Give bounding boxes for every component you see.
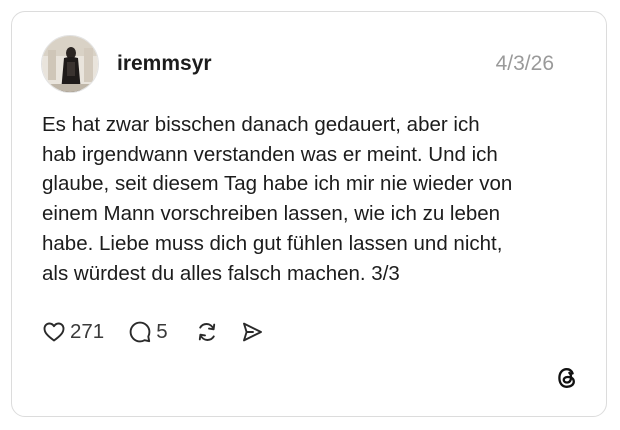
post-date: 4/3/26 xyxy=(495,52,554,75)
repost-icon xyxy=(198,323,215,341)
like-button[interactable]: 271 xyxy=(42,320,104,344)
comment-icon xyxy=(129,321,151,343)
post-body: Es hat zwar bisschen danach gedauert, ab… xyxy=(42,110,582,288)
post-text-line: Es hat zwar bisschen danach gedauert, ab… xyxy=(42,113,480,136)
avatar-photo xyxy=(42,36,98,92)
post-text-line: hab irgendwann verstanden was er meint. … xyxy=(42,142,498,166)
post-text-line: als würdest du alles falsch machen. 3/3 xyxy=(42,261,400,285)
post-card: iremmsyr 4/3/26 Es hat zwar bisschen dan… xyxy=(11,11,607,417)
threads-logo-icon xyxy=(558,368,575,388)
repost-button[interactable] xyxy=(194,320,220,344)
post-text-line: habe. Liebe muss dich gut fühlen lassen … xyxy=(42,231,503,255)
send-icon xyxy=(242,322,262,342)
username[interactable]: iremmsyr xyxy=(117,52,212,76)
share-button[interactable] xyxy=(240,320,264,344)
reply-button[interactable]: 5 xyxy=(128,320,168,344)
post-text-line: glaube, seit diesem Tag habe ich mir nie… xyxy=(42,172,513,196)
heart-icon xyxy=(43,322,65,342)
like-count: 271 xyxy=(70,320,105,343)
post-text-line: einem Mann vorschreiben lassen, wie ich … xyxy=(42,202,501,226)
avatar[interactable] xyxy=(41,35,99,93)
reply-count: 5 xyxy=(156,320,168,343)
post-actions: 271 5 xyxy=(42,317,264,347)
